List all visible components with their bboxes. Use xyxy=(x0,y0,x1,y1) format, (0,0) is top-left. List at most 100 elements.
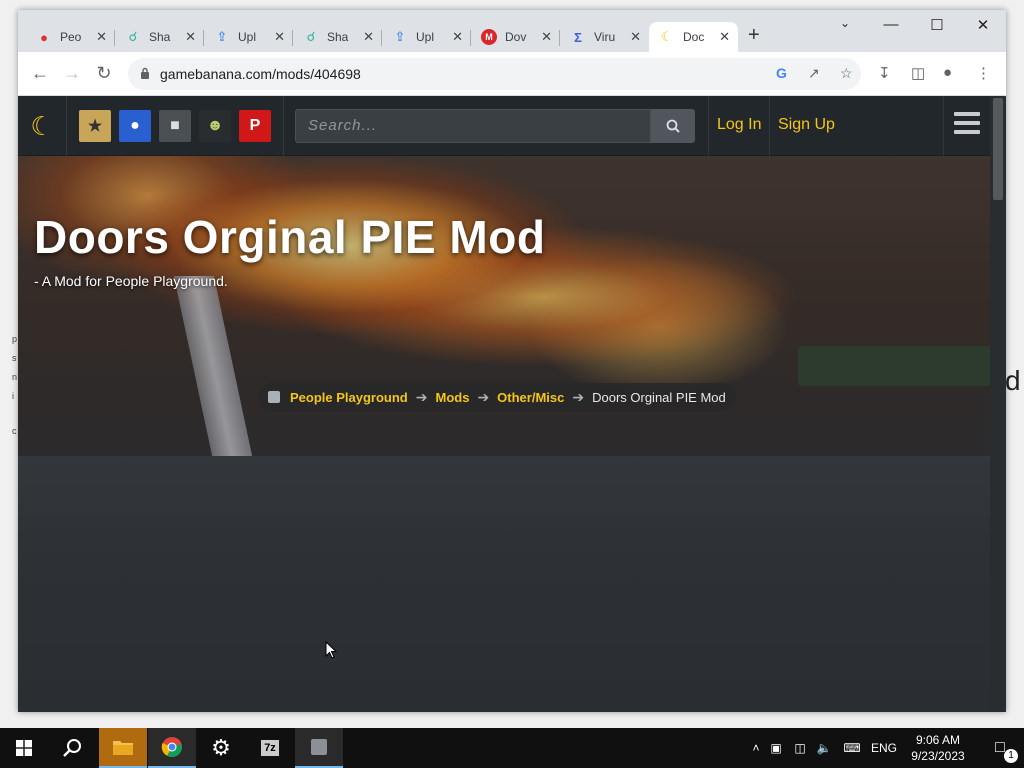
browser-tab[interactable]: ☌ Sha ✕ xyxy=(115,22,204,52)
maximize-button[interactable]: ☐ xyxy=(922,16,952,34)
tab-strip: ● Peo ✕ ☌ Sha ✕ ⇪ Upl ✕ ☌ Sha ✕ ⇪ Upl ✕ … xyxy=(18,10,1006,52)
chrome-icon xyxy=(161,737,182,758)
close-tab-icon[interactable]: ✕ xyxy=(719,29,730,45)
page-subtitle: - A Mod for People Playground. xyxy=(34,273,228,289)
share-icon: ☌ xyxy=(306,29,316,44)
forward-button[interactable]: → xyxy=(61,63,83,84)
clock[interactable]: 9:06 AM 9/23/2023 xyxy=(900,732,976,764)
arrow-right-icon: ➔ xyxy=(477,388,490,405)
upload-icon: ⇪ xyxy=(216,29,228,44)
desktop-partial-right-text: d xyxy=(1005,365,1021,396)
reload-button[interactable]: ↻ xyxy=(93,63,115,84)
close-window-button[interactable]: ✕ xyxy=(968,16,998,34)
browser-window: ● Peo ✕ ☌ Sha ✕ ⇪ Upl ✕ ☌ Sha ✕ ⇪ Upl ✕ … xyxy=(18,10,1006,712)
browser-toolbar: ← → ↻ gamebanana.com/mods/404698 G ↗ ☆ ↧… xyxy=(18,52,1006,96)
persona-game-icon[interactable]: P xyxy=(239,110,271,142)
tab-search-icon[interactable]: ⌄ xyxy=(830,16,860,30)
minimize-button[interactable]: — xyxy=(876,16,906,33)
breadcrumb: People Playground ➔ Mods ➔ Other/Misc ➔ … xyxy=(258,383,736,411)
folder-icon xyxy=(113,741,133,755)
clock-date: 9/23/2023 xyxy=(911,749,965,763)
page-body xyxy=(18,456,990,712)
people-playground-taskbar-button[interactable] xyxy=(295,728,343,768)
signup-link[interactable]: Sign Up xyxy=(778,116,835,134)
notifications-button[interactable]: □ 1 xyxy=(976,728,1024,768)
7zip-icon: 7z xyxy=(261,740,279,756)
browser-tab[interactable]: ⇪ Upl ✕ xyxy=(382,22,471,52)
share-page-icon[interactable]: ↗ xyxy=(808,65,820,82)
system-tray: ˄ ▣ ◫ 🔈 ⌨ ENG xyxy=(748,728,900,768)
keyboard-icon[interactable]: ⌨ xyxy=(836,741,868,755)
search-button[interactable] xyxy=(651,109,695,143)
chevron-up-icon[interactable]: ˄ xyxy=(748,741,764,755)
arrow-right-icon: ➔ xyxy=(572,388,585,405)
page-scrollbar[interactable] xyxy=(990,96,1006,712)
search-input[interactable]: Search... xyxy=(295,109,651,143)
menu-kebab-icon[interactable]: ⋮ xyxy=(976,64,991,82)
security-icon[interactable]: ▣ xyxy=(764,741,788,755)
settings-taskbar-button[interactable]: ⚙ xyxy=(197,728,245,768)
close-tab-icon[interactable]: ✕ xyxy=(96,29,107,45)
file-explorer-taskbar-button[interactable] xyxy=(99,728,147,768)
browser-tab[interactable]: M Dov ✕ xyxy=(471,22,560,52)
notification-count: 1 xyxy=(1004,749,1018,763)
gamepad-icon: ● xyxy=(40,29,48,45)
people-playground-game-icon[interactable]: ■ xyxy=(159,110,191,142)
network-icon[interactable]: ◫ xyxy=(788,741,812,755)
close-tab-icon[interactable]: ✕ xyxy=(363,29,374,45)
close-tab-icon[interactable]: ✕ xyxy=(630,29,641,45)
close-tab-icon[interactable]: ✕ xyxy=(274,29,285,45)
counter-strike-game-icon[interactable]: ★ xyxy=(79,110,111,142)
arrow-right-icon: ➔ xyxy=(415,388,428,405)
lock-icon xyxy=(141,67,149,79)
7zip-taskbar-button[interactable]: 7z xyxy=(246,728,294,768)
mod-hero-banner: Doors Orginal PIE Mod - A Mod for People… xyxy=(18,156,990,456)
browser-tab[interactable]: Σ Viru ✕ xyxy=(560,22,649,52)
page-content: ☾ ★ ● ■ ☻ P Search... Log In Sign Up Doo… xyxy=(18,96,1006,712)
start-button[interactable] xyxy=(0,728,48,768)
browser-tab-active[interactable]: ☾ Doc ✕ xyxy=(649,22,738,52)
volume-muted-icon[interactable]: 🔈 xyxy=(812,741,836,755)
breadcrumb-category[interactable]: Other/Misc xyxy=(497,390,564,405)
close-tab-icon[interactable]: ✕ xyxy=(541,29,552,45)
browser-tab[interactable]: ⇪ Upl ✕ xyxy=(204,22,293,52)
site-navbar: ☾ ★ ● ■ ☻ P Search... Log In Sign Up xyxy=(18,96,990,156)
download-icon[interactable]: ↧ xyxy=(878,64,891,82)
hamburger-menu-icon[interactable] xyxy=(954,112,980,138)
breadcrumb-game[interactable]: People Playground xyxy=(290,390,408,405)
side-panel-icon[interactable]: ◫ xyxy=(911,64,925,82)
virustotal-icon: Σ xyxy=(574,29,582,45)
google-lens-icon[interactable]: G xyxy=(776,65,787,81)
login-link[interactable]: Log In xyxy=(717,116,761,134)
baldi-game-icon[interactable]: ☻ xyxy=(199,110,231,142)
page-title: Doors Orginal PIE Mod xyxy=(34,211,546,263)
close-tab-icon[interactable]: ✕ xyxy=(452,29,463,45)
browser-tab[interactable]: ☌ Sha ✕ xyxy=(293,22,382,52)
search-icon xyxy=(63,739,81,757)
chrome-taskbar-button[interactable] xyxy=(148,728,196,768)
address-bar[interactable]: gamebanana.com/mods/404698 G ↗ ☆ xyxy=(128,58,861,90)
bookmark-star-icon[interactable]: ☆ xyxy=(840,65,853,82)
clock-time: 9:06 AM xyxy=(915,733,961,747)
profile-avatar-icon[interactable]: ● xyxy=(943,64,952,81)
desktop-partial-text: p s n i c xyxy=(12,334,18,436)
search-icon xyxy=(666,119,680,133)
upload-icon: ⇪ xyxy=(394,29,406,44)
scrollbar-thumb[interactable] xyxy=(993,98,1003,200)
search-taskbar-button[interactable] xyxy=(48,728,96,768)
browser-tab[interactable]: ● Peo ✕ xyxy=(26,22,115,52)
gamebanana-logo[interactable]: ☾ xyxy=(24,108,60,144)
language-indicator[interactable]: ENG xyxy=(868,741,900,755)
close-tab-icon[interactable]: ✕ xyxy=(185,29,196,45)
breadcrumb-current: Doors Orginal PIE Mod xyxy=(592,389,726,405)
url-text: gamebanana.com/mods/404698 xyxy=(160,66,361,82)
people-playground-icon xyxy=(311,739,327,755)
breadcrumb-mods[interactable]: Mods xyxy=(435,390,469,405)
windows-taskbar: ⚙ 7z ˄ ▣ ◫ 🔈 ⌨ ENG 9:06 AM 9/23/2023 □ 1 xyxy=(0,728,1024,768)
banana-icon: ☾ xyxy=(661,29,673,44)
share-icon: ☌ xyxy=(128,29,138,44)
back-button[interactable]: ← xyxy=(29,63,51,84)
new-tab-button[interactable]: + xyxy=(748,24,760,47)
sonic-game-icon[interactable]: ● xyxy=(119,110,151,142)
mega-icon: M xyxy=(481,29,497,45)
